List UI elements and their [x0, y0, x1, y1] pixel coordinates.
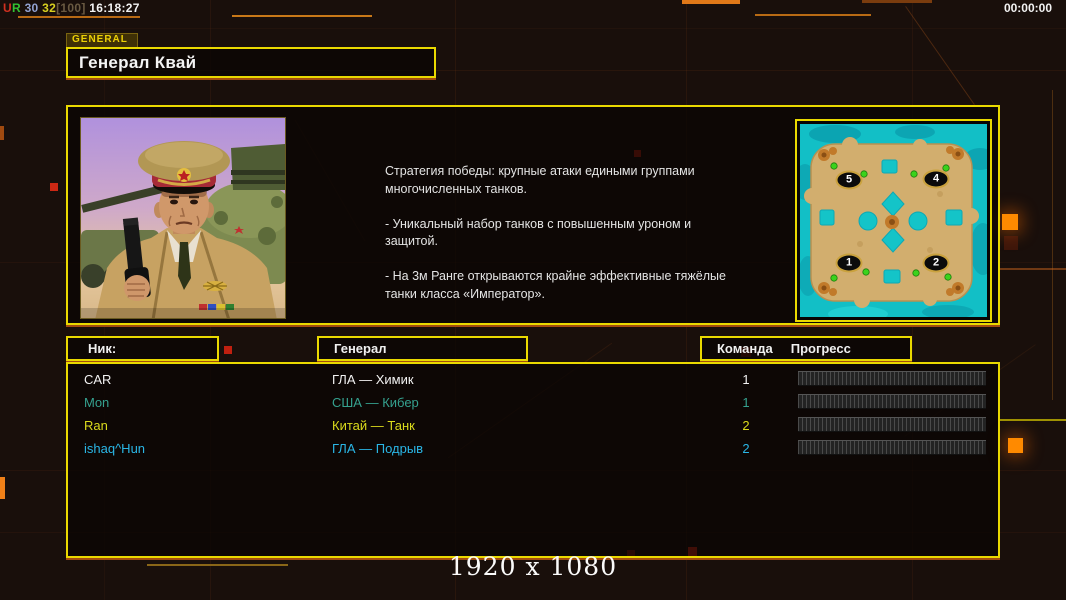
- player-general: ГЛА — Химик: [332, 372, 414, 387]
- accent-line: [18, 16, 140, 18]
- net-stat-2: 32: [42, 1, 57, 15]
- decor-square: [0, 477, 5, 499]
- description-paragraph: - На 3м Ранге открываются крайне эффекти…: [385, 269, 726, 301]
- player-nick: CAR: [84, 372, 112, 387]
- map-preview: 5 4 1 2: [800, 124, 987, 317]
- grid-line: [0, 28, 1066, 29]
- decor-square: [50, 183, 58, 191]
- header-general: Генерал: [317, 336, 528, 361]
- general-title-box: Генерал Квай: [66, 47, 436, 78]
- header-team-label: Команда: [717, 341, 773, 356]
- tab-general: GENERAL: [66, 33, 138, 47]
- net-stat-3: [100]: [56, 1, 86, 15]
- header-general-label: Генерал: [334, 341, 387, 356]
- player-general: Китай — Танк: [332, 418, 415, 433]
- decor-square: [0, 126, 4, 140]
- player-team: 1: [742, 395, 750, 410]
- player-progress-bar: [798, 394, 986, 409]
- accent-line: [755, 14, 871, 16]
- net-stat-1: 30: [24, 1, 39, 15]
- player-general: ГЛА — Подрыв: [332, 441, 424, 456]
- decor-square: [1008, 438, 1023, 453]
- table-row: Mon США — Кибер 1: [68, 392, 998, 415]
- player-nick: ishaq^Hun: [84, 441, 146, 456]
- grid-line: [1052, 90, 1053, 400]
- header-progress-label: Прогресс: [790, 341, 851, 356]
- player-team: 1: [742, 372, 750, 387]
- resolution-label: 1920 x 1080: [448, 552, 618, 581]
- map-preview-frame: 5 4 1 2: [795, 119, 992, 322]
- spawn-point-5: 5: [835, 170, 863, 190]
- accent-line: [232, 15, 372, 17]
- accent-line: [1000, 268, 1066, 270]
- decor-square: [1004, 236, 1018, 250]
- accent-line: [682, 0, 740, 4]
- accent-line: [1000, 419, 1066, 421]
- net-stat-r: R: [11, 1, 21, 15]
- spawn-point-4: 4: [922, 169, 950, 189]
- description-paragraph: - Уникальный набор танков с повышенным у…: [385, 216, 692, 249]
- net-stat-u: U: [3, 1, 12, 15]
- player-progress-bar: [798, 417, 986, 432]
- clock: 16:18:27: [89, 1, 140, 15]
- grid-diagonal: [905, 6, 975, 105]
- header-team-progress: Команда Прогресс: [700, 336, 912, 361]
- player-progress-bar: [798, 371, 986, 386]
- spawn-point-1: 1: [835, 253, 863, 273]
- general-portrait-art: [81, 118, 285, 318]
- loading-screen: UR 30 32[100] 16:18:27 00:00:00 GENERAL …: [0, 0, 1066, 600]
- accent-line: [862, 0, 932, 3]
- table-row: Ran Китай — Танк 2: [68, 415, 998, 438]
- player-general: США — Кибер: [332, 395, 419, 410]
- table-row: CAR ГЛА — Химик 1: [68, 369, 998, 392]
- general-description: Стратегия победы: крупные атаки едиными …: [385, 163, 733, 321]
- game-timer: 00:00:00: [1003, 1, 1052, 15]
- general-info-panel: Стратегия победы: крупные атаки едиными …: [66, 105, 1000, 325]
- general-portrait: [80, 117, 286, 319]
- player-nick: Mon: [84, 395, 110, 410]
- header-nick-label: Ник:: [88, 341, 117, 356]
- spawn-point-2: 2: [922, 253, 950, 273]
- player-team: 2: [742, 418, 750, 433]
- players-table: CAR ГЛА — Химик 1 Mon США — Кибер 1 Ran …: [66, 362, 1000, 558]
- decor-square: [1002, 214, 1018, 230]
- decor-square: [224, 346, 232, 354]
- player-nick: Ran: [84, 418, 108, 433]
- header-nick: Ник:: [66, 336, 219, 361]
- player-progress-bar: [798, 440, 986, 455]
- general-name: Генерал Квай: [79, 53, 197, 72]
- description-paragraph: Стратегия победы: крупные атаки едиными …: [385, 164, 695, 196]
- network-stats: UR 30 32[100] 16:18:27: [3, 1, 140, 15]
- table-row: ishaq^Hun ГЛА — Подрыв 2: [68, 438, 998, 461]
- map-art: [800, 124, 987, 317]
- player-team: 2: [742, 441, 750, 456]
